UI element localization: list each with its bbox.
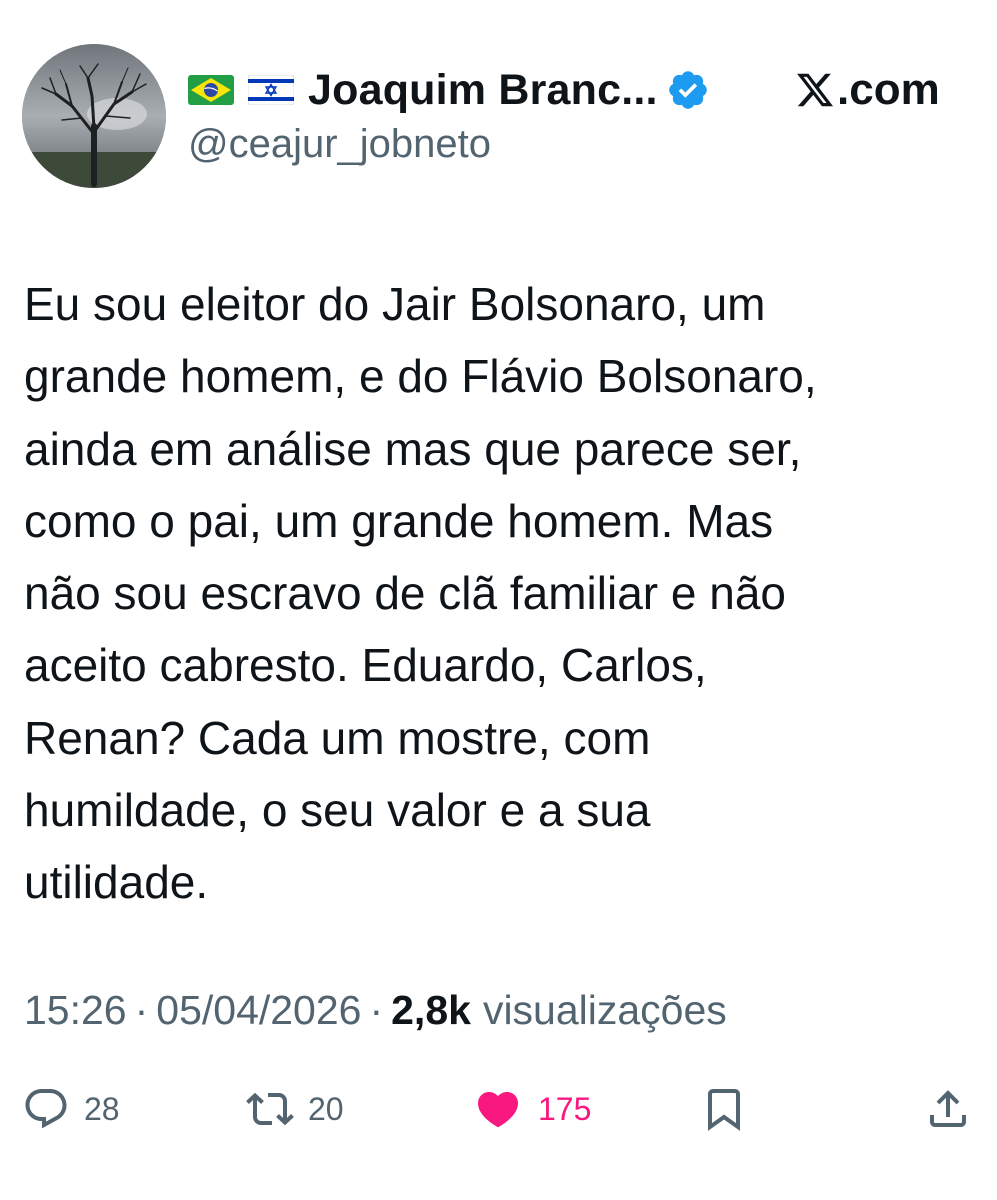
x-logo-icon [795, 70, 835, 110]
tweet-text: Eu sou eleitor do Jair Bolsonaro, um gra… [24, 268, 964, 919]
tweet-text-line: utilidade. [24, 856, 209, 909]
brand-watermark: .com [795, 62, 940, 118]
reply-button[interactable]: 28 [22, 1078, 120, 1140]
like-count: 175 [538, 1090, 592, 1127]
israel-flag-icon [248, 75, 294, 105]
tweet-text-line: ainda em análise mas que parece ser, [24, 422, 802, 475]
tweet-date[interactable]: 05/04/2026 [156, 987, 361, 1034]
brazil-flag-icon [188, 75, 234, 105]
author-name[interactable]: Joaquim Branc... [308, 66, 658, 115]
bookmark-icon [700, 1085, 748, 1133]
like-icon [472, 1085, 524, 1133]
tweet-text-line: Renan? Cada um mostre, com [24, 711, 651, 764]
tweet-text-line: humildade, o seu valor e a sua [24, 784, 651, 837]
repost-count: 20 [308, 1090, 344, 1127]
meta-separator: · [369, 986, 384, 1033]
avatar[interactable] [22, 44, 166, 188]
views-label[interactable]: visualizações [483, 987, 727, 1034]
bookmark-button[interactable] [700, 1078, 748, 1140]
verified-badge-icon[interactable] [666, 68, 710, 112]
repost-icon [246, 1085, 294, 1133]
action-bar: 28 20 175 [0, 1078, 997, 1140]
tweet-meta: 15:26 · 05/04/2026 · 2,8k visualizações [24, 982, 727, 1038]
reply-count: 28 [84, 1090, 120, 1127]
tweet-time[interactable]: 15:26 [24, 987, 127, 1034]
tweet-text-line: não sou escravo de clã familiar e não [24, 567, 786, 620]
reply-icon [22, 1085, 70, 1133]
tweet-text-line: como o pai, um grande homem. Mas [24, 494, 774, 547]
repost-button[interactable]: 20 [246, 1078, 344, 1140]
author-name-row[interactable]: Joaquim Branc... [188, 62, 710, 118]
tweet-text-line: aceito cabresto. Eduardo, Carlos, [24, 639, 707, 692]
tweet-text-line: grande homem, e do Flávio Bolsonaro, [24, 350, 817, 403]
tweet-text-line: Eu sou eleitor do Jair Bolsonaro, um [24, 278, 766, 330]
share-button[interactable] [924, 1078, 972, 1140]
author-handle[interactable]: @ceajur_jobneto [188, 122, 491, 167]
views-count[interactable]: 2,8k [391, 987, 471, 1034]
meta-separator: · [134, 986, 149, 1033]
like-button[interactable]: 175 [472, 1078, 591, 1140]
brand-label: .com [837, 65, 940, 114]
share-icon [924, 1085, 972, 1133]
